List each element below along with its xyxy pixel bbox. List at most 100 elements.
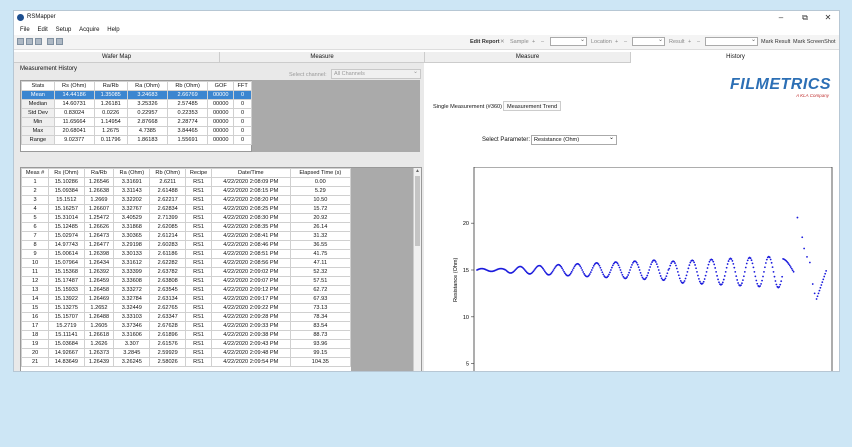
data-point <box>610 266 613 269</box>
table-row[interactable]: 7 15.02974 1.26473 3.30365 2.61214 RS1 4/22/20… <box>21 231 352 241</box>
copy-icon[interactable] <box>56 38 63 45</box>
stats-row[interactable]: Max 20.68041 1.2675 4.7385 3.84465 00000 0 <box>21 126 252 136</box>
measurement-column-header[interactable]: Elapsed Time (s) <box>289 168 352 178</box>
data-point <box>701 282 704 285</box>
location-remove-button[interactable]: – <box>624 38 627 46</box>
table-cell: 4/22/2020 2:08:56 PM <box>210 258 291 268</box>
table-row[interactable]: 21 14.83649 1.26439 3.26245 2.58026 RS1 4/22/2… <box>21 357 352 367</box>
table-cell: 13 <box>21 285 50 295</box>
stats-column-header[interactable]: Ra (Ohm) <box>126 81 169 91</box>
print-icon[interactable] <box>47 38 54 45</box>
measurement-column-header[interactable]: Ra (Ohm) <box>113 168 151 178</box>
menu-edit[interactable]: Edit <box>37 25 47 35</box>
tab-measure-right[interactable]: Measure <box>425 52 631 63</box>
measurement-column-header[interactable]: Rs (Ohm) <box>48 168 85 178</box>
table-cell: 1.26373 <box>83 348 115 358</box>
table-row[interactable]: 8 14.97743 1.26477 3.29198 2.60283 RS1 4/22/20… <box>21 240 352 250</box>
table-row[interactable]: 12 15.17487 1.26459 3.33608 2.63808 RS1 4/22/2… <box>21 276 352 286</box>
stats-column-header[interactable]: Stats <box>21 81 55 91</box>
table-row[interactable]: 18 15.11141 1.26618 3.31606 2.61896 RS1 4/22/2… <box>21 330 352 340</box>
stats-column-header[interactable]: FFT <box>233 81 252 91</box>
table-row[interactable]: 9 15.00614 1.26398 3.30133 2.61186 RS1 4/22/20… <box>21 249 352 259</box>
data-point <box>808 261 811 264</box>
stats-column-header[interactable]: Rb (Ohm) <box>167 81 209 91</box>
table-row[interactable]: 11 15.15368 1.26392 3.33399 2.63782 RS1 4/22/2… <box>21 267 352 277</box>
tab-wafer-map[interactable]: Wafer Map <box>14 52 220 63</box>
sample-remove-button[interactable]: – <box>541 38 544 46</box>
channel-select[interactable]: All Channels <box>331 68 421 79</box>
table-row[interactable]: 16 15.15707 1.26488 3.33103 2.63347 RS1 4/22/2… <box>21 312 352 322</box>
result-select[interactable] <box>705 36 758 46</box>
edit-report-button[interactable]: Edit Report <box>470 38 500 46</box>
stats-row[interactable]: Range 9.02377 0.11796 1.86183 1.55691 00000 0 <box>21 135 252 145</box>
data-point <box>645 276 648 279</box>
data-point <box>570 270 573 273</box>
measurement-column-header[interactable]: Rb (Ohm) <box>149 168 187 178</box>
table-row[interactable]: 4 15.16257 1.26607 3.32767 2.62834 RS1 4/22/20… <box>21 204 352 214</box>
scroll-thumb[interactable] <box>415 176 420 246</box>
stats-row[interactable]: Median 14.60731 1.26181 3.25326 2.57485 00000… <box>21 99 252 109</box>
close-button[interactable]: ✕ <box>817 12 839 24</box>
table-row[interactable]: 1 15.10286 1.26546 3.31691 2.6211 RS1 4/22/202… <box>21 177 352 187</box>
minimize-button[interactable]: – <box>770 12 792 24</box>
stats-row[interactable]: Min 11.65664 1.14954 2.87668 2.28774 00000 0 <box>21 117 252 127</box>
measurement-column-header[interactable]: Recipe <box>185 168 212 178</box>
save-icon[interactable] <box>35 38 42 45</box>
data-point <box>639 271 642 274</box>
scroll-up-icon[interactable]: ▲ <box>415 168 420 174</box>
result-add-button[interactable]: + <box>688 38 691 46</box>
table-cell: 15.72 <box>289 204 352 214</box>
location-select[interactable] <box>632 36 665 46</box>
menu-setup[interactable]: Setup <box>56 25 72 35</box>
table-row[interactable]: 2 15.09384 1.26638 3.31143 2.61488 RS1 4/22/20… <box>21 186 352 196</box>
table-row[interactable]: 3 15.1512 1.2669 3.32202 2.62217 RS1 4/22/2020… <box>21 195 352 205</box>
restore-button[interactable]: ⧉ <box>794 12 816 24</box>
table-row[interactable]: 15 15.13275 1.2652 3.32449 2.62765 RS1 4/22/20… <box>21 303 352 313</box>
table-row[interactable]: 20 14.92667 1.26373 3.2845 2.59929 RS1 4/22/20… <box>21 348 352 358</box>
sample-select[interactable] <box>550 36 587 46</box>
measurement-column-header[interactable]: Meas # <box>21 168 50 178</box>
mark-screenshot-button[interactable]: Mark ScreenShot <box>793 38 836 46</box>
table-row[interactable]: 13 15.15933 1.26458 3.33272 2.63545 RS1 4/22/2… <box>21 285 352 295</box>
tab-measurement-trend[interactable]: Measurement Trend <box>503 101 562 111</box>
location-add-button[interactable]: + <box>615 38 618 46</box>
tab-measure-left[interactable]: Measure <box>220 52 425 63</box>
table-cell: 47.11 <box>289 258 352 268</box>
stats-cell: 2.28774 <box>167 117 209 127</box>
new-icon[interactable] <box>17 38 24 45</box>
tab-history[interactable]: History <box>631 52 839 63</box>
sample-add-button[interactable]: + <box>532 38 535 46</box>
table-cell: 15.10286 <box>48 177 85 187</box>
tab-single-measurement[interactable]: Single Measurement (#360) <box>429 101 507 111</box>
stats-column-header[interactable]: Ra/Rb <box>93 81 128 91</box>
mark-result-button[interactable]: Mark Result <box>761 38 790 46</box>
measurement-column-header[interactable]: Ra/Rb <box>83 168 115 178</box>
table-row[interactable]: 10 15.07964 1.26434 3.31612 2.62282 RS1 4/22/2… <box>21 258 352 268</box>
menu-file[interactable]: File <box>20 25 30 35</box>
data-point <box>635 261 638 264</box>
data-point <box>592 265 595 267</box>
stats-row[interactable]: Mean 14.44186 1.35085 3.24683 2.66769 00000 0 <box>21 90 252 100</box>
stats-column-header[interactable]: Rs (Ohm) <box>53 81 95 91</box>
data-point <box>658 272 661 275</box>
table-row[interactable]: 5 15.31014 1.25472 3.40529 2.71399 RS1 4/22/20… <box>21 213 352 223</box>
menu-help[interactable]: Help <box>107 25 119 35</box>
menu-acquire[interactable]: Acquire <box>79 25 99 35</box>
close-report-icon[interactable]: ✕ <box>500 38 505 46</box>
stats-column-header[interactable]: GOF <box>207 81 235 91</box>
result-remove-button[interactable]: – <box>697 38 700 46</box>
table-row[interactable]: 6 15.12485 1.26626 3.31868 2.62085 RS1 4/22/20… <box>21 222 352 232</box>
data-point <box>616 262 619 265</box>
table-cell: 4/22/2020 2:08:25 PM <box>210 204 291 214</box>
table-row[interactable]: 14 15.13922 1.26469 3.32784 2.63134 RS1 4/22/2… <box>21 294 352 304</box>
stats-row[interactable]: Std Dev 0.83024 0.0226 0.22957 0.22353 00000 0 <box>21 108 252 118</box>
measurement-column-header[interactable]: Date/Time <box>210 168 291 178</box>
open-icon[interactable] <box>26 38 33 45</box>
table-row[interactable]: 17 15.2719 1.2605 3.37346 2.67628 RS1 4/22/202… <box>21 321 352 331</box>
table-row[interactable]: 19 15.03684 1.2626 3.307 2.61576 RS1 4/22/2020… <box>21 339 352 349</box>
parameter-select[interactable]: Resistance (Ohm) <box>531 134 617 145</box>
table-cell: 4/22/2020 2:08:41 PM <box>210 231 291 241</box>
stats-cell: 0 <box>233 126 252 136</box>
measurement-scrollbar[interactable]: ▲ <box>413 168 421 371</box>
table-cell: RS1 <box>185 285 212 295</box>
